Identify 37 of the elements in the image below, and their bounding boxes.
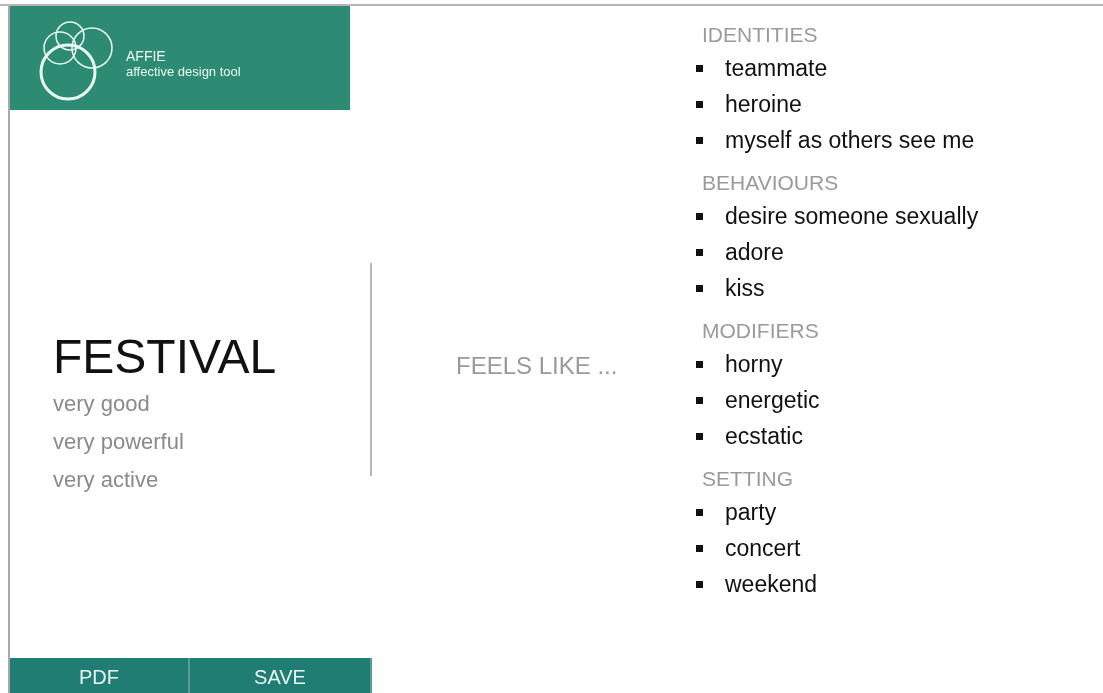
action-button[interactable]: SAVE bbox=[190, 658, 372, 693]
list-item: weekend bbox=[725, 570, 818, 598]
list-item: adore bbox=[725, 238, 784, 266]
section-heading: MODIFIERS bbox=[702, 318, 820, 344]
rating-text: very active bbox=[53, 466, 160, 494]
list-item: desire someone sexually bbox=[725, 202, 979, 230]
list-item: myself as others see me bbox=[725, 126, 975, 154]
app-name: AFFIE bbox=[126, 47, 167, 64]
bullet-icon bbox=[696, 544, 703, 552]
list-item: party bbox=[725, 498, 777, 526]
app-tagline: affective design tool bbox=[126, 63, 241, 79]
feels-like-label: FEELS LIKE ... bbox=[456, 352, 618, 380]
list-item: teammate bbox=[725, 54, 828, 82]
section-heading: SETTING bbox=[702, 466, 794, 492]
bullet-icon bbox=[696, 100, 703, 108]
list-item: kiss bbox=[725, 274, 765, 302]
rating-text: very good bbox=[53, 390, 151, 418]
section-heading: BEHAVIOURS bbox=[702, 170, 840, 196]
section-heading: IDENTITIES bbox=[702, 22, 819, 48]
rating-text: very powerful bbox=[53, 428, 185, 456]
bullet-icon bbox=[696, 432, 703, 440]
bullet-icon bbox=[696, 284, 703, 292]
list-item: ecstatic bbox=[725, 422, 803, 450]
bullet-icon bbox=[696, 248, 703, 256]
list-item: concert bbox=[725, 534, 801, 562]
bullet-icon bbox=[696, 508, 703, 516]
bullet-icon bbox=[696, 580, 703, 588]
bullet-icon bbox=[696, 360, 703, 368]
bullet-icon bbox=[696, 64, 703, 72]
bullet-icon bbox=[696, 396, 703, 404]
action-button[interactable]: PDF bbox=[10, 658, 190, 693]
event-title: FESTIVAL bbox=[53, 329, 278, 385]
list-item: horny bbox=[725, 350, 783, 378]
list-item: energetic bbox=[725, 386, 820, 414]
bullet-icon bbox=[696, 212, 703, 220]
list-item: heroine bbox=[725, 90, 802, 118]
bullet-icon bbox=[696, 136, 703, 144]
